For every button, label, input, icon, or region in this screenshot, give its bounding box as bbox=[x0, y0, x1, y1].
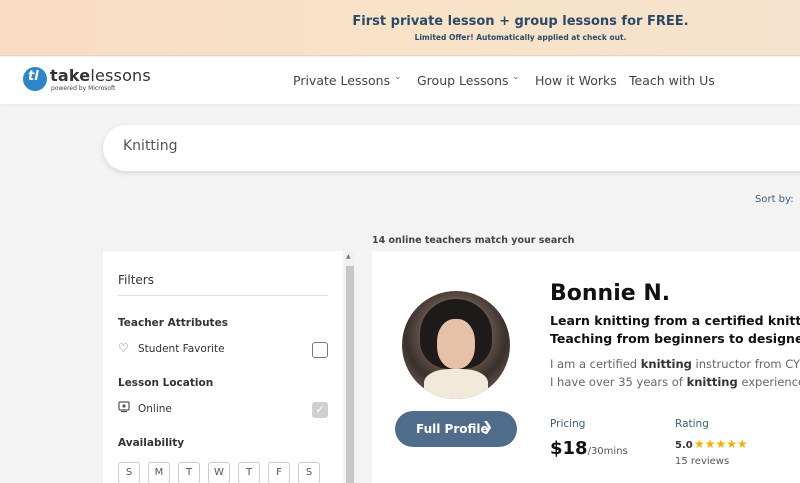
filters-title: Filters bbox=[118, 273, 154, 287]
teacher-name[interactable]: Bonnie N. bbox=[550, 281, 670, 306]
avatar-scarf bbox=[424, 369, 488, 399]
day-saturday[interactable]: S bbox=[298, 462, 320, 483]
result-count: 14 online teachers match your search bbox=[372, 235, 575, 246]
online-checkbox[interactable]: ✓ bbox=[312, 402, 328, 418]
sort-by-label[interactable]: Sort by: bbox=[755, 194, 794, 205]
takelessons-logo-icon[interactable] bbox=[23, 67, 47, 91]
bio-text: experience. I bbox=[741, 375, 800, 389]
teacher-bio-line-1: I am a certified knitting instructor fro… bbox=[550, 357, 800, 371]
logo-lessons: lessons bbox=[90, 66, 151, 85]
star-rating-icon: ★★★★★ bbox=[694, 437, 748, 451]
chevron-right-icon: ❯ bbox=[482, 420, 493, 435]
chevron-down-icon[interactable]: ⌄ bbox=[512, 72, 520, 82]
day-friday[interactable]: F bbox=[268, 462, 290, 483]
bio-text: I have over 35 years of bbox=[550, 375, 687, 389]
day-thursday[interactable]: T bbox=[238, 462, 260, 483]
scroll-up-arrow-icon[interactable]: ▲ bbox=[346, 253, 351, 260]
review-count[interactable]: 15 reviews bbox=[675, 456, 729, 467]
divider bbox=[118, 295, 328, 296]
top-navbar: takelessons powered by Microsoft Private… bbox=[0, 57, 800, 104]
rating-value: 5.0 bbox=[675, 440, 693, 451]
online-label: Online bbox=[138, 403, 172, 415]
day-monday[interactable]: M bbox=[148, 462, 170, 483]
scrollbar-thumb[interactable] bbox=[346, 266, 354, 483]
student-favorite-label: Student Favorite bbox=[138, 343, 225, 355]
availability-heading: Availability bbox=[118, 437, 185, 449]
price-value: $18/30mins bbox=[550, 438, 628, 459]
pricing-label: Pricing bbox=[550, 418, 586, 430]
rating-label: Rating bbox=[675, 418, 709, 430]
promo-banner: First private lesson + group lessons for… bbox=[0, 0, 800, 56]
logo-wordmark[interactable]: takelessons bbox=[50, 66, 151, 85]
nav-private-lessons[interactable]: Private Lessons bbox=[293, 73, 390, 88]
nav-teach-with-us[interactable]: Teach with Us bbox=[629, 73, 715, 88]
nav-group-lessons[interactable]: Group Lessons bbox=[417, 73, 509, 88]
teacher-bio-line-2: I have over 35 years of knitting experie… bbox=[550, 375, 800, 389]
student-favorite-checkbox[interactable] bbox=[312, 342, 328, 358]
bio-text: instructor from CYC bbox=[691, 357, 800, 371]
chevron-down-icon[interactable]: ⌄ bbox=[394, 72, 402, 82]
day-tuesday[interactable]: T bbox=[178, 462, 200, 483]
search-bar bbox=[103, 125, 800, 171]
lesson-location-heading: Lesson Location bbox=[118, 377, 214, 389]
search-input[interactable] bbox=[123, 138, 523, 154]
heart-icon: ♡ bbox=[118, 341, 129, 355]
avatar-face bbox=[437, 319, 475, 369]
teacher-tagline-line-2: Teaching from beginners to designers. bbox=[550, 331, 800, 346]
price-amount: $18 bbox=[550, 438, 588, 459]
full-profile-button[interactable]: Full Profile ❯ bbox=[395, 411, 517, 447]
teacher-card[interactable]: Full Profile ❯ Bonnie N. Learn knitting … bbox=[372, 251, 800, 483]
logo-take: take bbox=[50, 66, 91, 85]
bio-keyword: knitting bbox=[686, 375, 738, 389]
teacher-tagline-line-1: Learn knitting from a certified knitting bbox=[550, 313, 800, 328]
teacher-avatar[interactable] bbox=[402, 291, 510, 399]
price-unit: /30mins bbox=[587, 446, 628, 457]
teacher-attributes-heading: Teacher Attributes bbox=[118, 317, 228, 329]
bio-text: I am a certified bbox=[550, 357, 641, 371]
online-lesson-icon bbox=[118, 401, 130, 416]
full-profile-label: Full Profile bbox=[416, 422, 489, 436]
logo-subtitle: powered by Microsoft bbox=[51, 85, 116, 92]
day-sunday[interactable]: S bbox=[118, 462, 140, 483]
promo-title: First private lesson + group lessons for… bbox=[352, 14, 689, 29]
bio-keyword: knitting bbox=[640, 357, 692, 371]
day-wednesday[interactable]: W bbox=[208, 462, 230, 483]
filters-panel: Filters Teacher Attributes ♡ Student Fav… bbox=[103, 251, 343, 483]
nav-how-it-works[interactable]: How it Works bbox=[535, 73, 617, 88]
promo-subtitle: Limited Offer! Automatically applied at … bbox=[414, 33, 627, 42]
